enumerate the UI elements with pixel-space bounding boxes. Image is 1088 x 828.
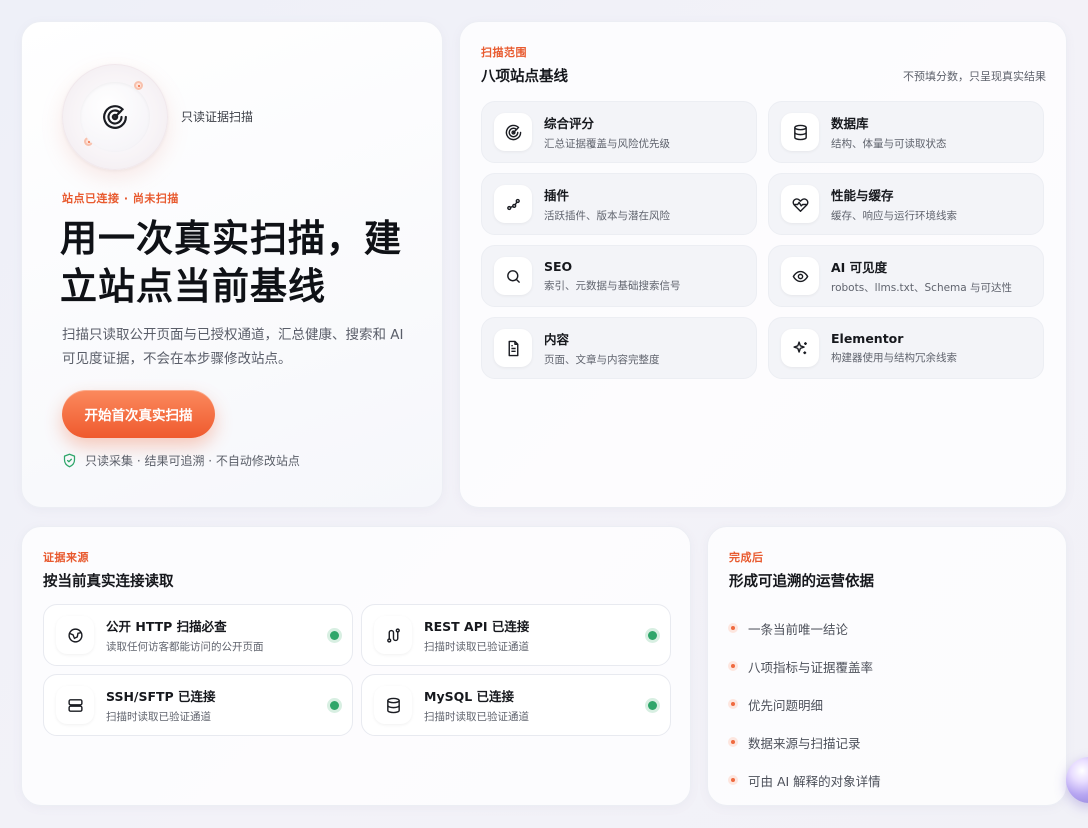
scope-item-desc: 结构、体量与可读取状态 xyxy=(831,138,947,150)
database-icon xyxy=(386,697,400,713)
scope-item-title: AI 可见度 xyxy=(831,260,888,275)
bullet-dot xyxy=(728,775,738,785)
heartbeat-icon xyxy=(792,197,808,212)
page-title: 用一次真实扫描，建立站点当前基线 xyxy=(60,217,402,308)
database-icon xyxy=(793,124,807,140)
status-dot xyxy=(648,631,657,640)
scope-item-performance[interactable]: 性能与缓存缓存、响应与运行环境线索 xyxy=(768,173,1044,235)
radar-icon xyxy=(103,105,127,129)
scope-note: 不预填分数，只呈现真实结果 xyxy=(903,70,1046,83)
sparkle-icon xyxy=(792,340,807,354)
document-icon xyxy=(508,340,518,356)
evidence-sources-card: 证据来源 按当前真实连接读取 公开 HTTP 扫描必查读取任何访客都能访问的公开… xyxy=(21,526,691,806)
list-item: 八项指标与证据覆盖率 xyxy=(728,647,881,685)
source-desc: 读取任何访客都能访问的公开页面 xyxy=(106,641,264,653)
status-dot xyxy=(648,701,657,710)
list-item: 优先问题明细 xyxy=(728,685,881,723)
bullet-dot xyxy=(728,661,738,671)
scope-item-ai-visibility[interactable]: AI 可见度 robots、llms.txt、Schema 与可达性 xyxy=(768,245,1044,307)
assistant-orb-button[interactable] xyxy=(1066,757,1088,803)
sources-eyebrow: 证据来源 xyxy=(43,551,89,564)
server-icon xyxy=(67,698,83,712)
scope-item-desc: 页面、文章与内容完整度 xyxy=(544,354,660,366)
scope-item-title: 内容 xyxy=(544,332,570,347)
scope-item-desc: 活跃插件、版本与潜在风险 xyxy=(544,210,670,222)
scope-item-title: 插件 xyxy=(544,188,570,203)
radar-label: 只读证据扫描 xyxy=(181,110,254,124)
outcome-card: 完成后 形成可追溯的运营依据 一条当前唯一结论 八项指标与证据覆盖率 优先问题明… xyxy=(707,526,1067,806)
source-ssh-sftp[interactable]: SSH/SFTP 已连接 扫描时读取已验证通道 xyxy=(43,674,353,736)
list-item: 数据来源与扫描记录 xyxy=(728,723,881,761)
outcome-eyebrow: 完成后 xyxy=(729,551,764,564)
list-item-label: 数据来源与扫描记录 xyxy=(748,735,861,751)
status-dot xyxy=(330,631,339,640)
connection-status: 站点已连接 · 尚未扫描 xyxy=(62,192,179,205)
list-item-label: 优先问题明细 xyxy=(748,697,824,713)
eye-icon xyxy=(792,270,808,282)
scope-item-seo[interactable]: SEO 索引、元数据与基础搜索信号 xyxy=(481,245,757,307)
bullet-dot xyxy=(728,699,738,709)
scan-scope-card: 扫描范围 八项站点基线 不预填分数，只呈现真实结果 综合评分汇总证据覆盖与风险优… xyxy=(459,21,1067,508)
scope-item-overall-score[interactable]: 综合评分汇总证据覆盖与风险优先级 xyxy=(481,101,757,163)
outcome-title: 形成可追溯的运营依据 xyxy=(729,574,874,590)
scope-item-title: 数据库 xyxy=(831,116,869,131)
source-desc: 扫描时读取已验证通道 xyxy=(424,641,529,653)
radar-icon xyxy=(505,124,521,140)
list-item: 可由 AI 解释的对象详情 xyxy=(728,761,881,799)
shield-check-icon xyxy=(63,453,76,468)
source-desc: 扫描时读取已验证通道 xyxy=(106,711,211,723)
scope-eyebrow: 扫描范围 xyxy=(481,46,527,59)
assurance-text: 只读采集 · 结果可追溯 · 不自动修改站点 xyxy=(85,454,300,468)
bullet-dot xyxy=(728,737,738,747)
scope-item-desc: 构建器使用与结构冗余线索 xyxy=(831,352,957,364)
list-item-label: 八项指标与证据覆盖率 xyxy=(748,659,874,675)
list-item-label: 一条当前唯一结论 xyxy=(748,621,849,637)
scope-item-desc: 索引、元数据与基础搜索信号 xyxy=(544,280,681,292)
sources-title: 按当前真实连接读取 xyxy=(43,574,174,590)
source-title: SSH/SFTP 已连接 xyxy=(106,689,216,704)
scope-item-desc: robots、llms.txt、Schema 与可达性 xyxy=(831,282,1013,294)
scope-title: 八项站点基线 xyxy=(481,69,568,85)
scope-item-desc: 汇总证据覆盖与风险优先级 xyxy=(544,138,670,150)
scope-item-desc: 缓存、响应与运行环境线索 xyxy=(831,210,957,222)
scope-item-title: 综合评分 xyxy=(544,116,595,131)
globe-icon xyxy=(67,627,83,643)
list-item-label: 可由 AI 解释的对象详情 xyxy=(748,773,881,789)
source-title: MySQL 已连接 xyxy=(424,689,515,704)
scope-item-plugins[interactable]: 插件活跃插件、版本与潜在风险 xyxy=(481,173,757,235)
radar-emblem xyxy=(62,64,172,174)
outcome-list: 一条当前唯一结论 八项指标与证据覆盖率 优先问题明细 数据来源与扫描记录 可由 … xyxy=(728,609,881,799)
source-desc: 扫描时读取已验证通道 xyxy=(424,711,529,723)
list-item: 一条当前唯一结论 xyxy=(728,609,881,647)
bullet-dot xyxy=(728,623,738,633)
scope-item-title: Elementor xyxy=(831,331,904,346)
scope-item-elementor[interactable]: Elementor 构建器使用与结构冗余线索 xyxy=(768,317,1044,379)
scope-item-title: SEO xyxy=(544,259,573,274)
api-route-icon xyxy=(386,627,400,643)
hero-card: 只读证据扫描 站点已连接 · 尚未扫描 用一次真实扫描，建立站点当前基线 扫描只… xyxy=(21,21,443,508)
plugin-icon xyxy=(506,198,520,210)
hero-description: 扫描只读取公开页面与已授权通道，汇总健康、搜索和 AI 可见度证据，不会在本步骤… xyxy=(62,327,404,367)
source-mysql[interactable]: MySQL 已连接扫描时读取已验证通道 xyxy=(361,674,671,736)
source-title: REST API 已连接 xyxy=(424,619,530,634)
search-icon xyxy=(506,269,520,283)
assurance-note: 只读采集 · 结果可追溯 · 不自动修改站点 xyxy=(62,452,300,469)
scope-item-content[interactable]: 内容页面、文章与内容完整度 xyxy=(481,317,757,379)
source-rest-api[interactable]: REST API 已连接 扫描时读取已验证通道 xyxy=(361,604,671,666)
scope-item-title: 性能与缓存 xyxy=(831,188,894,203)
source-public-http[interactable]: 公开 HTTP 扫描必查读取任何访客都能访问的公开页面 xyxy=(43,604,353,666)
scope-item-database[interactable]: 数据库结构、体量与可读取状态 xyxy=(768,101,1044,163)
source-title: 公开 HTTP 扫描必查 xyxy=(106,619,227,634)
status-dot xyxy=(330,701,339,710)
start-scan-button[interactable]: 开始首次真实扫描 xyxy=(62,390,215,438)
